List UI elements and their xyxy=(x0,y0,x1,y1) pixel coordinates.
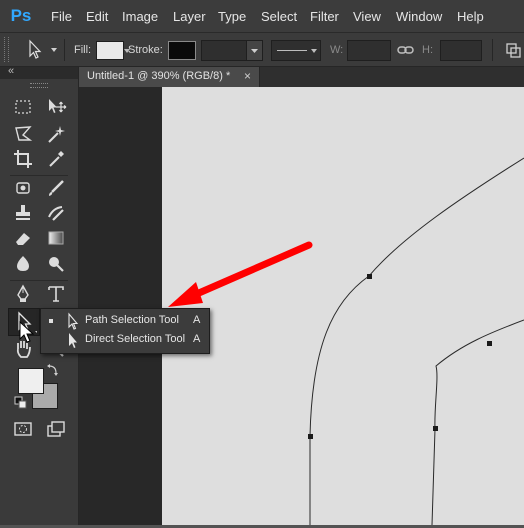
foreground-color-swatch[interactable] xyxy=(18,368,44,394)
annotation-arrow-icon xyxy=(168,241,313,307)
